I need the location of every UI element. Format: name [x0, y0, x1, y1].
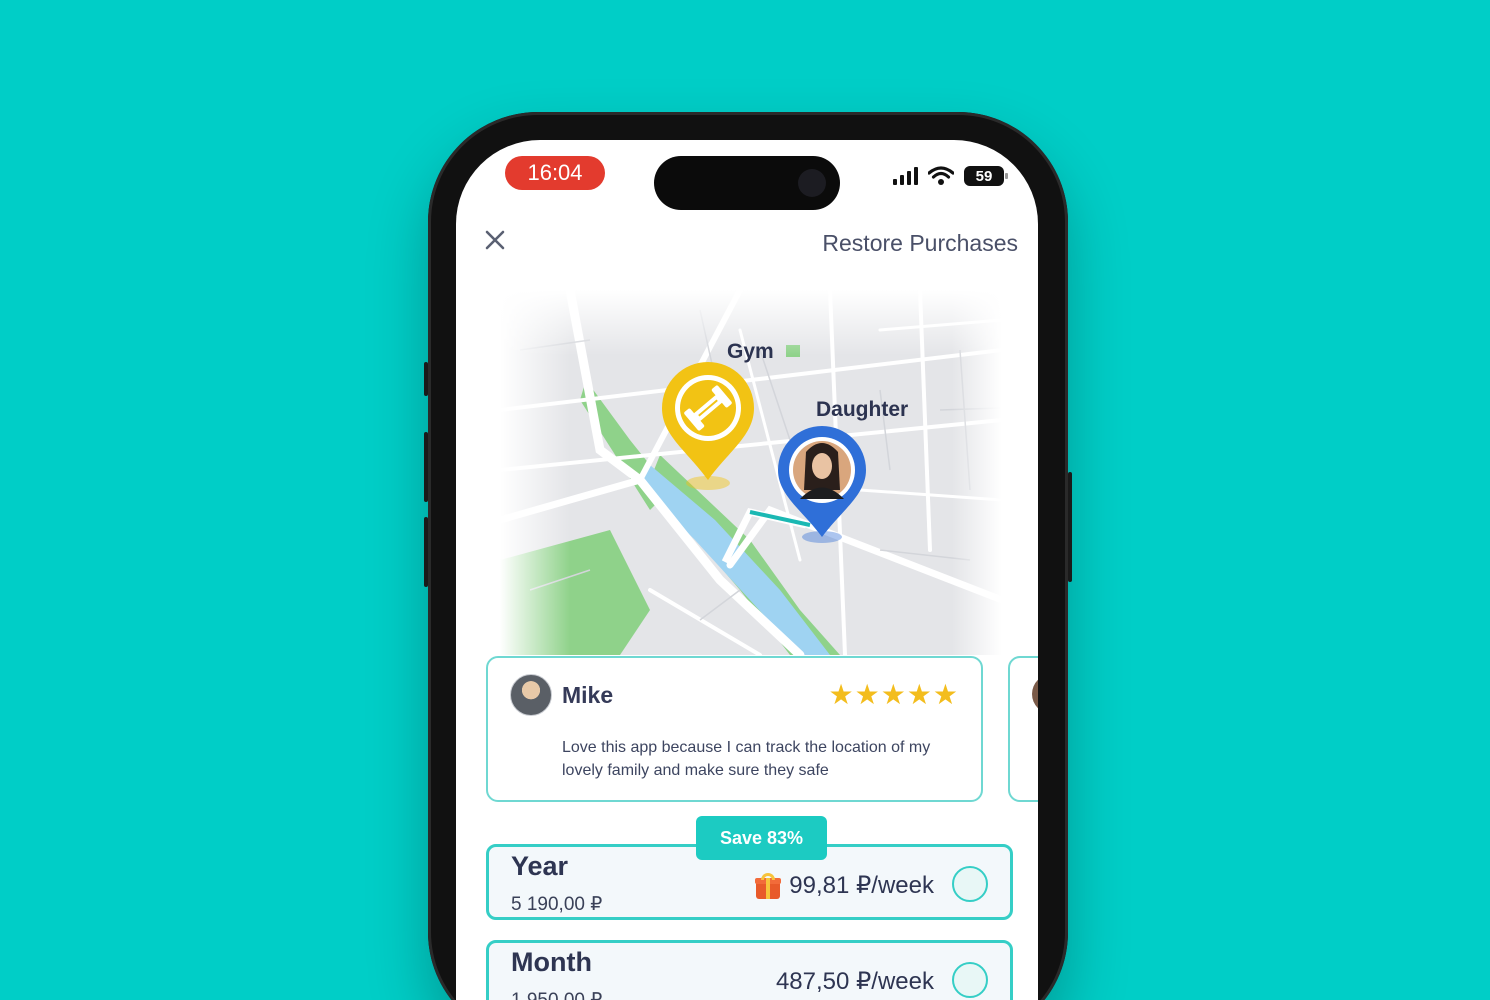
power-button — [1068, 472, 1072, 582]
plan-weekly-price: 99,81 ₽/week — [755, 871, 934, 900]
map-label-gym: Gym — [727, 340, 774, 363]
app-screen: 16:04 59 Restore Purchases Gym Daughter … — [456, 140, 1038, 1000]
action-button — [424, 362, 428, 396]
park-area — [786, 345, 800, 357]
map-label-daughter: Daughter — [816, 398, 909, 421]
plan-month-radio[interactable] — [952, 962, 988, 998]
battery-icon: 59 — [964, 166, 1008, 186]
plan-year-radio[interactable] — [952, 866, 988, 902]
map-illustration: Gym Daughter — [500, 290, 1002, 655]
status-time[interactable]: 16:04 — [505, 156, 605, 190]
dynamic-island — [654, 156, 840, 210]
rating-stars: ★★★★★ — [828, 679, 959, 710]
plan-weekly-label: 99,81 ₽/week — [789, 872, 934, 899]
plan-name: Year — [511, 851, 569, 881]
gift-icon — [755, 872, 782, 899]
save-badge: Save 83% — [696, 816, 827, 860]
close-button[interactable] — [484, 228, 506, 256]
plan-weekly-label: 487,50 ₽/week — [775, 968, 934, 995]
plan-total-price: 1 950,00 ₽ — [511, 989, 602, 1000]
reviewer-avatar — [510, 674, 552, 716]
plan-name: Month — [511, 947, 592, 977]
volume-down-button — [424, 517, 428, 587]
close-icon — [485, 230, 505, 250]
cellular-signal-icon — [893, 167, 918, 185]
reviewer-name: Mike — [562, 682, 614, 708]
review-card[interactable]: Mike ★★★★★ Love this app because I can t… — [486, 656, 983, 802]
plan-month[interactable]: Month 1 950,00 ₽ 487,50 ₽/week — [486, 940, 1013, 1000]
camera-icon — [798, 169, 826, 197]
volume-up-button — [424, 432, 428, 502]
review-text: Love this app because I can track the lo… — [562, 739, 931, 779]
restore-purchases-button[interactable]: Restore Purchases — [822, 230, 1018, 257]
wifi-icon — [928, 166, 954, 185]
plan-total-price: 5 190,00 ₽ — [511, 894, 603, 915]
review-card-next[interactable] — [1008, 656, 1038, 802]
status-icons: 59 — [893, 166, 1008, 186]
reviewer-avatar — [1032, 674, 1038, 714]
plan-weekly-price: 487,50 ₽/week — [776, 967, 934, 996]
